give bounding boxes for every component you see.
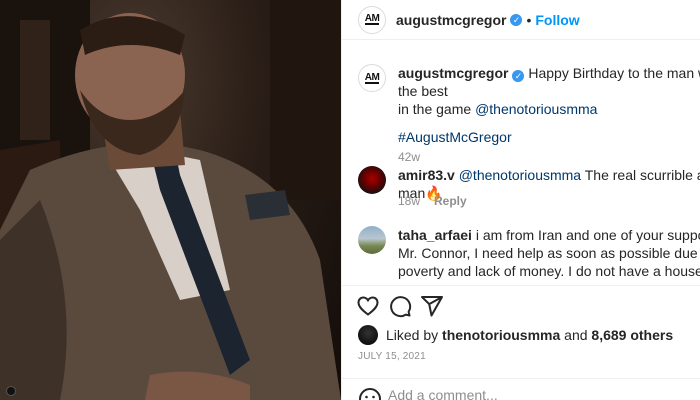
caption-text-line2: in the game (398, 101, 472, 117)
post-header: AM augustmcgregor ✓ • Follow (342, 0, 700, 40)
likes-summary: Liked by thenotoriousmma and 8,689 other… (358, 325, 673, 345)
author-username[interactable]: augustmcgregor (396, 12, 506, 28)
reply-button[interactable]: Reply (434, 194, 467, 208)
photo-illustration (0, 0, 341, 400)
caption-age[interactable]: 42w (398, 150, 420, 164)
share-icon[interactable] (420, 294, 444, 318)
likes-count-link[interactable]: 8,689 others (591, 327, 673, 343)
post-date[interactable]: JULY 15, 2021 (358, 351, 426, 362)
comments-list[interactable]: AM augustmcgregor ✓ Happy Birthday to the… (342, 48, 700, 284)
post-actions-bar (342, 285, 700, 325)
comment-age[interactable]: 18w (398, 194, 420, 208)
liker-avatar[interactable] (358, 325, 378, 345)
follow-button[interactable]: Follow (535, 12, 579, 28)
heart-icon[interactable] (356, 294, 380, 318)
add-comment-bar (342, 378, 700, 400)
comment-meta: 18w Reply (398, 194, 467, 208)
caption-author[interactable]: augustmcgregor (398, 65, 508, 81)
comment-author[interactable]: amir83.v (398, 167, 455, 183)
post-detail-panel: AM augustmcgregor ✓ • Follow AM augustmc… (341, 0, 700, 400)
author-avatar[interactable]: AM (358, 5, 386, 34)
comment-icon[interactable] (388, 294, 412, 318)
separator-dot: • (526, 11, 532, 28)
caption-hashtag-link[interactable]: #AugustMcGregor (398, 129, 512, 145)
commenter-avatar[interactable] (358, 226, 386, 254)
avatar-text: AM (364, 71, 380, 84)
caption-author-avatar[interactable]: AM (358, 64, 386, 92)
verified-badge-icon: ✓ (510, 13, 523, 26)
verified-badge-icon: ✓ (512, 70, 525, 82)
avatar-text: AM (364, 13, 380, 25)
add-comment-input[interactable] (388, 387, 648, 400)
comment-author[interactable]: taha_arfaei (398, 227, 472, 243)
post-photo[interactable] (0, 0, 341, 400)
likes-prefix: Liked by (386, 327, 439, 343)
likes-and: and (564, 327, 588, 343)
comment-mention-link[interactable]: @thenotoriousmma (459, 167, 581, 183)
photo-user-tag-icon[interactable] (6, 386, 16, 396)
liker-username[interactable]: thenotoriousmma (442, 327, 560, 343)
commenter-avatar[interactable] (358, 166, 386, 194)
caption-mention-link[interactable]: @thenotoriousmma (475, 101, 597, 117)
smile-icon[interactable] (358, 387, 382, 400)
